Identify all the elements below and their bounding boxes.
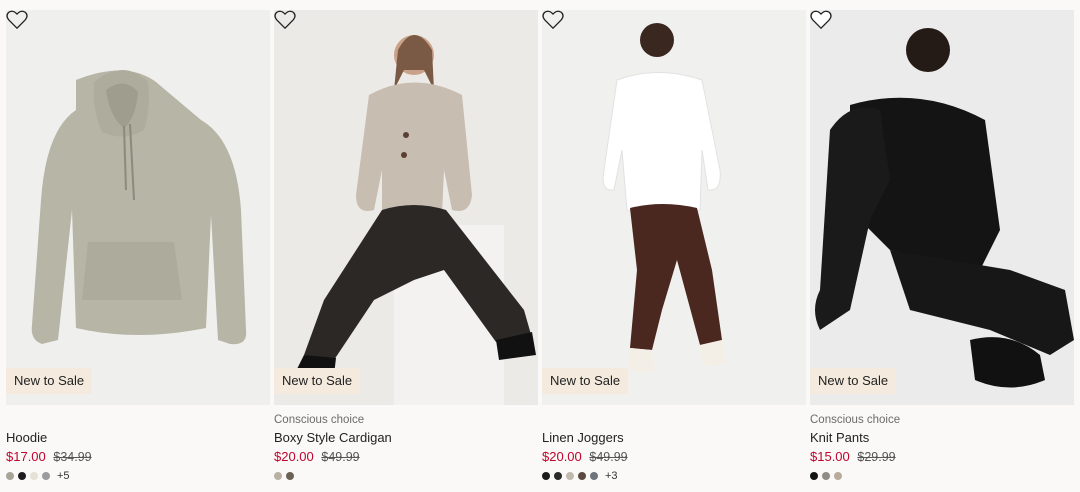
color-swatch[interactable]: [822, 472, 830, 480]
product-info: Conscious choice Knit Pants $15.00 $29.9…: [810, 405, 1074, 481]
product-grid: New to Sale Hoodie $17.00 $34.99 +5 New …: [0, 0, 1080, 492]
color-swatch[interactable]: [18, 472, 26, 480]
product-info: Linen Joggers $20.00 $49.99 +3: [542, 405, 806, 482]
color-swatch[interactable]: [542, 472, 550, 480]
product-prices: $20.00 $49.99: [542, 448, 806, 466]
product-name[interactable]: Hoodie: [6, 430, 270, 446]
original-price: $49.99: [589, 450, 628, 464]
color-swatch[interactable]: [30, 472, 38, 480]
new-to-sale-badge: New to Sale: [542, 368, 629, 394]
product-tag: Conscious choice: [274, 414, 365, 426]
product-name[interactable]: Boxy Style Cardigan: [274, 430, 538, 446]
product-image[interactable]: New to Sale: [274, 10, 538, 405]
color-swatches: +5: [6, 471, 270, 482]
color-swatch[interactable]: [590, 472, 598, 480]
sale-price: $17.00: [6, 449, 46, 464]
product-image[interactable]: New to Sale: [6, 10, 270, 405]
product-prices: $15.00 $29.99: [810, 448, 1074, 466]
more-colors-count[interactable]: +3: [605, 471, 618, 482]
model-cardigan-image: [294, 35, 536, 405]
product-prices: $17.00 $34.99: [6, 448, 270, 466]
product-card-knit-pants[interactable]: New to Sale Conscious choice Knit Pants …: [810, 10, 1074, 481]
color-swatch[interactable]: [274, 472, 282, 480]
sale-price: $15.00: [810, 449, 850, 464]
more-colors-count[interactable]: +5: [57, 471, 70, 482]
product-name[interactable]: Knit Pants: [810, 430, 1074, 446]
heart-outline-icon[interactable]: [274, 10, 296, 30]
new-to-sale-badge: New to Sale: [810, 368, 897, 394]
hoodie-image: [31, 70, 247, 345]
color-swatch[interactable]: [810, 472, 818, 480]
color-swatch[interactable]: [834, 472, 842, 480]
model-joggers-image: [602, 23, 726, 374]
sale-price: $20.00: [274, 449, 314, 464]
product-prices: $20.00 $49.99: [274, 448, 538, 466]
new-to-sale-badge: New to Sale: [6, 368, 93, 394]
product-name[interactable]: Linen Joggers: [542, 430, 806, 446]
model-knit-pants-image: [815, 28, 1074, 388]
color-swatches: +3: [542, 471, 806, 482]
product-tag: Conscious choice: [810, 414, 901, 426]
color-swatches: [810, 471, 1074, 481]
original-price: $49.99: [321, 450, 360, 464]
product-info: Conscious choice Boxy Style Cardigan $20…: [274, 405, 538, 481]
original-price: $34.99: [53, 450, 92, 464]
product-card-linen-joggers[interactable]: New to Sale Linen Joggers $20.00 $49.99 …: [542, 10, 806, 482]
color-swatch[interactable]: [6, 472, 14, 480]
new-to-sale-badge: New to Sale: [274, 368, 361, 394]
product-tag: [542, 413, 806, 428]
color-swatches: [274, 471, 538, 481]
product-image[interactable]: New to Sale: [810, 10, 1074, 405]
color-swatch[interactable]: [42, 472, 50, 480]
color-swatch[interactable]: [566, 472, 574, 480]
product-card-hoodie[interactable]: New to Sale Hoodie $17.00 $34.99 +5: [6, 10, 270, 482]
heart-outline-icon[interactable]: [6, 10, 28, 30]
product-card-boxy-style-cardigan[interactable]: New to Sale Conscious choice Boxy Style …: [274, 10, 538, 481]
original-price: $29.99: [857, 450, 896, 464]
color-swatch[interactable]: [286, 472, 294, 480]
sale-price: $20.00: [542, 449, 582, 464]
product-image[interactable]: New to Sale: [542, 10, 806, 405]
product-tag: [6, 413, 270, 428]
heart-outline-icon[interactable]: [542, 10, 564, 30]
color-swatch[interactable]: [578, 472, 586, 480]
product-info: Hoodie $17.00 $34.99 +5: [6, 405, 270, 482]
heart-outline-icon[interactable]: [810, 10, 832, 30]
color-swatch[interactable]: [554, 472, 562, 480]
